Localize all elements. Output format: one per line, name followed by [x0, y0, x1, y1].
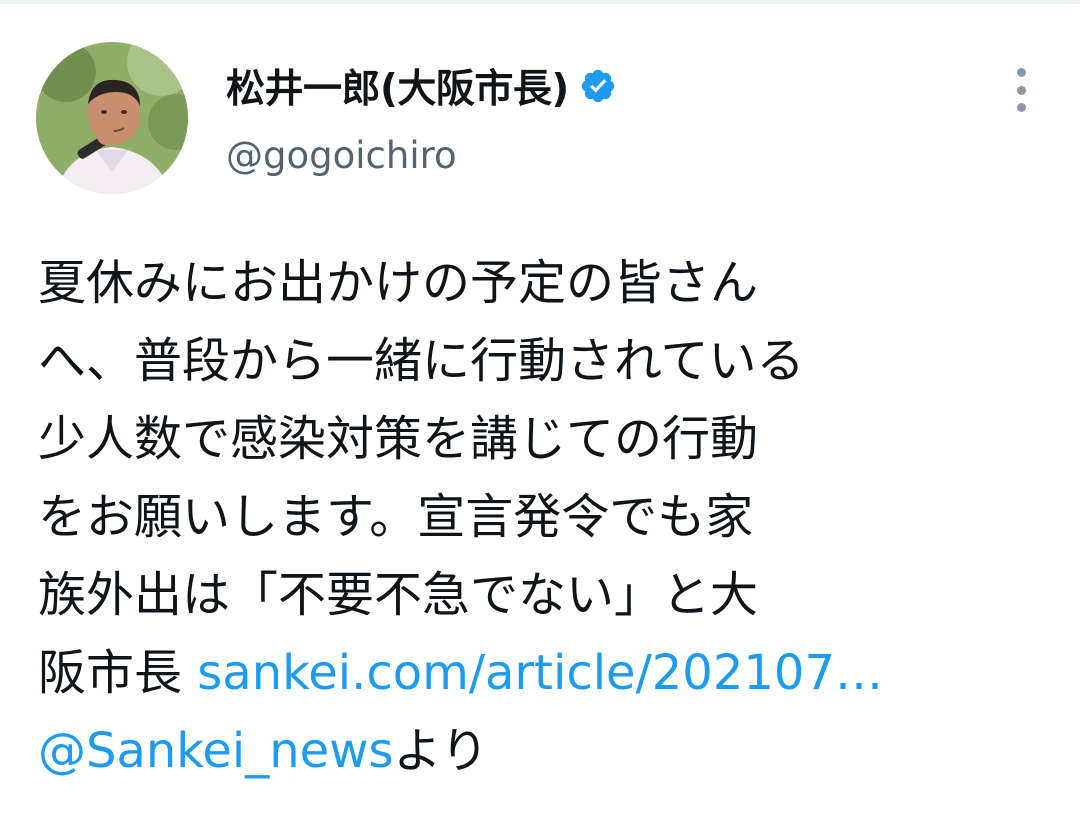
top-divider — [0, 0, 1080, 4]
tweet-text-line: 族外出は「不要不急でない」と大 — [38, 567, 759, 623]
avatar[interactable] — [36, 42, 188, 194]
mention-link[interactable]: @Sankei_news — [38, 723, 393, 779]
tweet-text-line: @Sankei_newsより — [38, 712, 1058, 790]
author-name-row[interactable]: 松井一郎(大阪市長) — [226, 58, 617, 114]
tweet-text-line: 少人数で感染対策を講じての行動 — [38, 411, 759, 467]
tweet-text-line: 阪市長 sankei.com/article/202107… — [38, 634, 1058, 712]
tweet-text-segment: 阪市長 — [38, 645, 198, 701]
more-options-button[interactable] — [1004, 64, 1038, 116]
tweet-text: 夏休みにお出かけの予定の皆さん へ、普段から一緒に行動されている 少人数で感染対… — [38, 244, 1058, 790]
tweet-text-segment: より — [393, 723, 489, 779]
author-handle[interactable]: @gogoichiro — [226, 134, 457, 177]
verified-badge-icon — [579, 67, 617, 105]
author-display-name[interactable]: 松井一郎(大阪市長) — [226, 58, 569, 114]
tweet-text-line: をお願いします。宣言発令でも家 — [38, 489, 754, 545]
article-link[interactable]: sankei.com/article/202107… — [197, 645, 883, 701]
more-vertical-icon-dot — [1016, 68, 1026, 77]
tweet-text-line: 夏休みにお出かけの予定の皆さん — [38, 255, 759, 311]
avatar-photo — [36, 42, 188, 194]
more-vertical-icon-dot — [1016, 103, 1026, 112]
tweet-text-line: へ、普段から一緒に行動されている — [38, 333, 805, 389]
more-vertical-icon-dot — [1016, 85, 1026, 95]
